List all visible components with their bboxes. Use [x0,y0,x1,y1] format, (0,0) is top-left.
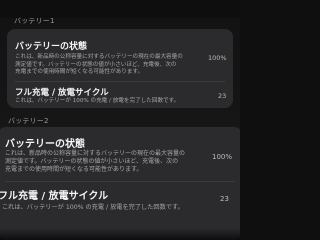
battery-1-card: バッテリーの状態 これは、新品時の公称容量に対するバッテリーの現在の最大容量の … [7,29,233,108]
section-label-battery-2: バッテリー2 [8,117,49,125]
cycle-count-value: 23 [220,195,229,203]
cycle-count-description: これは、バッテリーが 100% の充電 / 放電を完了した回数です。 [15,98,180,104]
cycle-count-value: 23 [218,92,227,100]
cycle-count-title: フル充電 / 放電サイクル [0,191,109,202]
bottom-shadow [0,228,240,240]
cycle-count-title: フル充電 / 放電サイクル [15,88,109,98]
battery-health-description: これは、新品時の公称容量に対するバッテリーの現在の最大容量の 測定値です。バッテ… [15,54,183,76]
row-divider [5,181,235,182]
battery-health-description: これは、新品時の公称容量に対するバッテリーの現在の最大容量の 測定値です。バッテ… [5,150,186,174]
battery-2-card: バッテリーの状態 これは、新品時の公称容量に対するバッテリーの現在の最大容量の … [0,127,240,240]
battery-health-value: 100% [208,54,227,62]
section-label-battery-1: バッテリー1 [14,17,55,25]
battery-health-title: バッテリーの状態 [5,139,85,150]
battery-info-screen: バッテリー1 バッテリーの状態 これは、新品時の公称容量に対するバッテリーの現在… [0,0,240,240]
battery-health-value: 100% [212,153,233,161]
cycle-count-description: これは、バッテリーが 100% の充電 / 放電を完了した回数です。 [2,204,184,211]
row-divider [15,81,225,82]
battery-health-title: バッテリーの状態 [15,42,88,52]
